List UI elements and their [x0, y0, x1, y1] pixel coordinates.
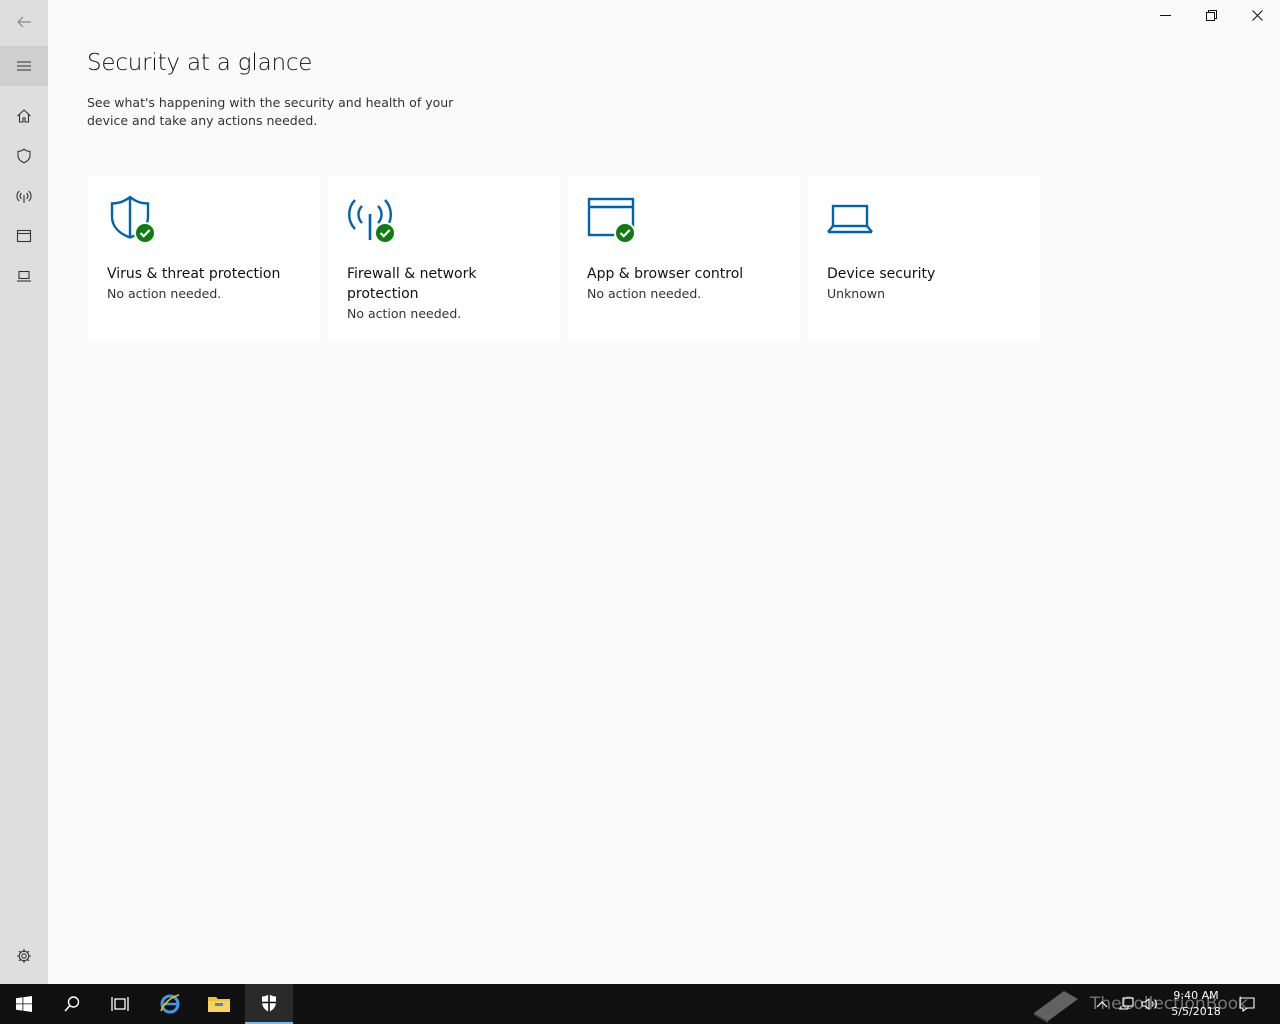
tile-title: App & browser control	[587, 266, 744, 282]
tile-status: No action needed.	[107, 286, 222, 301]
clock-time: 9:40 AM	[1173, 989, 1219, 1002]
gear-icon	[17, 949, 31, 963]
sidebar-item-app-browser-control[interactable]	[0, 216, 48, 256]
shield-icon	[17, 148, 31, 164]
search-button[interactable]	[48, 984, 96, 1024]
network-icon	[1119, 997, 1134, 1010]
volume-tray-button[interactable]	[1140, 994, 1160, 1014]
close-button[interactable]	[1234, 0, 1280, 30]
tile-firewall-network-protection[interactable]: Firewall & network protection No action …	[328, 176, 560, 341]
show-hidden-icons-button[interactable]	[1092, 994, 1112, 1014]
sidebar-item-device-security[interactable]	[0, 256, 48, 296]
back-arrow-icon	[17, 16, 31, 28]
restore-button[interactable]	[1188, 0, 1234, 30]
clock-date: 5/5/2018	[1171, 1005, 1221, 1018]
wireless-icon	[16, 190, 32, 203]
minimize-icon	[1159, 14, 1171, 16]
start-button[interactable]	[0, 984, 48, 1024]
taskbar-clock[interactable]: 9:40 AM 5/5/2018	[1166, 988, 1226, 1020]
task-view-icon	[111, 997, 129, 1011]
tile-virus-threat-protection[interactable]: Virus & threat protection No action need…	[88, 176, 320, 341]
file-explorer-button[interactable]	[195, 984, 243, 1024]
close-icon	[1251, 9, 1263, 21]
search-icon	[64, 996, 80, 1012]
home-icon	[17, 109, 31, 123]
tile-title: Device security	[827, 266, 936, 282]
tile-title: Firewall & network protection	[347, 266, 477, 302]
book-icon	[1034, 991, 1078, 1023]
tile-status: Unknown	[827, 286, 886, 301]
page-title: Security at a glance	[87, 50, 313, 76]
windows-logo-icon	[16, 996, 32, 1012]
settings-button[interactable]	[0, 936, 48, 976]
app-window-icon	[16, 229, 32, 243]
hamburger-menu-icon	[17, 61, 31, 71]
tile-app-browser-control[interactable]: App & browser control No action needed.	[568, 176, 800, 341]
wireless-check-icon	[348, 199, 396, 244]
chevron-up-icon	[1096, 1001, 1108, 1008]
shield-check-icon	[110, 195, 156, 244]
volume-icon	[1141, 997, 1157, 1011]
restore-icon	[1205, 9, 1217, 21]
taskbar: TheCollectionBook 9:40 AM 5/5/2018	[0, 984, 1280, 1024]
shield-icon	[262, 994, 276, 1012]
tile-status: No action needed.	[347, 306, 462, 321]
task-view-button[interactable]	[96, 984, 144, 1024]
hamburger-menu-button[interactable]	[0, 46, 48, 86]
back-button[interactable]	[0, 2, 48, 42]
minimize-button[interactable]	[1142, 0, 1188, 30]
laptop-icon	[827, 204, 873, 234]
internet-explorer-icon	[160, 994, 180, 1014]
tile-status: No action needed.	[587, 286, 702, 301]
page-description: See what's happening with the security a…	[87, 95, 454, 128]
sidebar-item-firewall-network[interactable]	[0, 176, 48, 216]
navigation-sidebar	[0, 0, 48, 984]
app-window-check-icon	[587, 197, 636, 244]
windows-defender-security-center-button[interactable]	[245, 984, 293, 1024]
laptop-icon	[17, 270, 31, 282]
tile-device-security[interactable]: Device security Unknown	[808, 176, 1040, 341]
tile-title: Virus & threat protection	[107, 266, 281, 282]
folder-icon	[208, 997, 230, 1012]
sidebar-item-home[interactable]	[0, 96, 48, 136]
action-center-button[interactable]	[1237, 994, 1257, 1014]
notification-icon	[1239, 997, 1255, 1012]
internet-explorer-button[interactable]	[146, 984, 194, 1024]
network-tray-button[interactable]	[1116, 994, 1136, 1014]
sidebar-item-virus-threat-protection[interactable]	[0, 136, 48, 176]
